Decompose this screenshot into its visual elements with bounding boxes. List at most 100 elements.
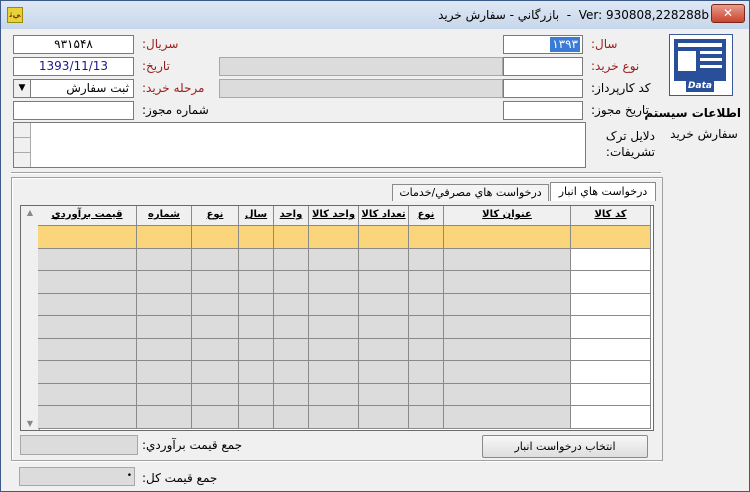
selected-row-cell[interactable] [38, 226, 137, 249]
table-cell[interactable] [444, 361, 571, 384]
table-cell[interactable] [444, 293, 571, 316]
table-cell[interactable] [137, 271, 192, 294]
table-cell[interactable] [274, 316, 309, 339]
license-no-field[interactable] [13, 101, 134, 120]
table-cell[interactable] [409, 248, 444, 271]
table-cell[interactable] [571, 248, 651, 271]
table-cell[interactable] [571, 293, 651, 316]
table-cell[interactable] [444, 406, 571, 429]
table-cell[interactable] [309, 361, 359, 384]
table-cell[interactable] [239, 316, 274, 339]
selected-row-cell[interactable] [274, 226, 309, 249]
column-header[interactable]: سال [239, 206, 274, 226]
scroll-up-button[interactable] [14, 123, 30, 138]
table-cell[interactable] [444, 316, 571, 339]
date-field[interactable]: 1393/11/13 [13, 57, 134, 76]
table-cell[interactable] [274, 338, 309, 361]
table-cell[interactable] [239, 361, 274, 384]
table-cell[interactable] [137, 248, 192, 271]
table-cell[interactable] [571, 338, 651, 361]
selected-row-cell[interactable] [359, 226, 409, 249]
table-cell[interactable] [571, 316, 651, 339]
table-cell[interactable] [38, 338, 137, 361]
close-button[interactable]: ✕ [711, 4, 745, 23]
license-date-field[interactable] [503, 101, 583, 120]
table-cell[interactable] [409, 338, 444, 361]
selected-row-cell[interactable] [571, 226, 651, 249]
column-header[interactable]: تعداد كالا [359, 206, 409, 226]
table-cell[interactable] [192, 293, 239, 316]
purchase-type-field[interactable] [503, 57, 583, 76]
table-cell[interactable] [359, 248, 409, 271]
selected-row-cell[interactable] [137, 226, 192, 249]
table-cell[interactable] [309, 248, 359, 271]
table-cell[interactable] [239, 248, 274, 271]
table-cell[interactable] [192, 316, 239, 339]
column-header[interactable]: شماره [137, 206, 192, 226]
table-cell[interactable] [444, 338, 571, 361]
table-cell[interactable] [192, 271, 239, 294]
table-cell[interactable] [359, 293, 409, 316]
table-cell[interactable] [38, 248, 137, 271]
scroll-down-icon[interactable]: ▼ [21, 419, 39, 428]
table-cell[interactable] [38, 271, 137, 294]
column-header[interactable]: نوع [409, 206, 444, 226]
table-cell[interactable] [309, 271, 359, 294]
table-cell[interactable] [38, 316, 137, 339]
table-cell[interactable] [444, 383, 571, 406]
table-cell[interactable] [192, 248, 239, 271]
table-cell[interactable] [444, 271, 571, 294]
selected-row-cell[interactable] [192, 226, 239, 249]
system-info-label[interactable]: اطلاعات سيستم [644, 106, 741, 120]
table-cell[interactable] [137, 361, 192, 384]
table-cell[interactable] [409, 271, 444, 294]
table-cell[interactable] [239, 338, 274, 361]
table-cell[interactable] [359, 338, 409, 361]
table-cell[interactable] [192, 338, 239, 361]
table-cell[interactable] [38, 293, 137, 316]
table-cell[interactable] [137, 406, 192, 429]
table-cell[interactable] [359, 271, 409, 294]
items-grid[interactable]: ▲ ▼ كد كالا عنوان كالا نوع تعداد كالا واحد ك… [20, 205, 654, 431]
table-cell[interactable] [274, 383, 309, 406]
table-cell[interactable] [137, 383, 192, 406]
table-cell[interactable] [571, 271, 651, 294]
table-cell[interactable] [409, 316, 444, 339]
table-cell[interactable] [309, 316, 359, 339]
serial-field[interactable]: ۹۳۱۵۴۸ [13, 35, 134, 54]
table-cell[interactable] [409, 406, 444, 429]
column-header[interactable]: واحد [274, 206, 309, 226]
selected-row-cell[interactable] [444, 226, 571, 249]
column-header[interactable]: عنوان كالا [444, 206, 571, 226]
table-cell[interactable] [192, 406, 239, 429]
year-field[interactable]: ۱۳۹۳ [503, 35, 583, 54]
tab-service-requests[interactable]: درخواست هاي مصرفي/خدمات [392, 184, 549, 201]
table-cell[interactable] [239, 271, 274, 294]
selected-row-cell[interactable] [409, 226, 444, 249]
table-cell[interactable] [274, 271, 309, 294]
table-cell[interactable] [274, 361, 309, 384]
table-cell[interactable] [239, 383, 274, 406]
table-cell[interactable] [409, 361, 444, 384]
table-cell[interactable] [359, 406, 409, 429]
table-cell[interactable] [359, 361, 409, 384]
column-header[interactable]: نوع [192, 206, 239, 226]
table-cell[interactable] [309, 383, 359, 406]
selected-row-cell[interactable] [309, 226, 359, 249]
table-cell[interactable] [571, 383, 651, 406]
selected-row-cell[interactable] [239, 226, 274, 249]
scroll-up-icon[interactable]: ▲ [21, 208, 39, 217]
chevron-down-icon[interactable]: ▼ [14, 80, 31, 97]
table-cell[interactable] [137, 338, 192, 361]
reasons-textarea[interactable] [13, 122, 586, 168]
user-code-field[interactable] [503, 79, 583, 98]
table-cell[interactable] [239, 293, 274, 316]
table-cell[interactable] [274, 248, 309, 271]
data-icon[interactable]: Data [669, 34, 733, 96]
select-warehouse-request-button[interactable]: انتخاب درخواست انبار [482, 435, 648, 458]
tab-warehouse-requests[interactable]: درخواست هاي انبار [550, 182, 656, 201]
table-cell[interactable] [137, 316, 192, 339]
table-cell[interactable] [274, 293, 309, 316]
table-cell[interactable] [192, 383, 239, 406]
table-cell[interactable] [359, 383, 409, 406]
